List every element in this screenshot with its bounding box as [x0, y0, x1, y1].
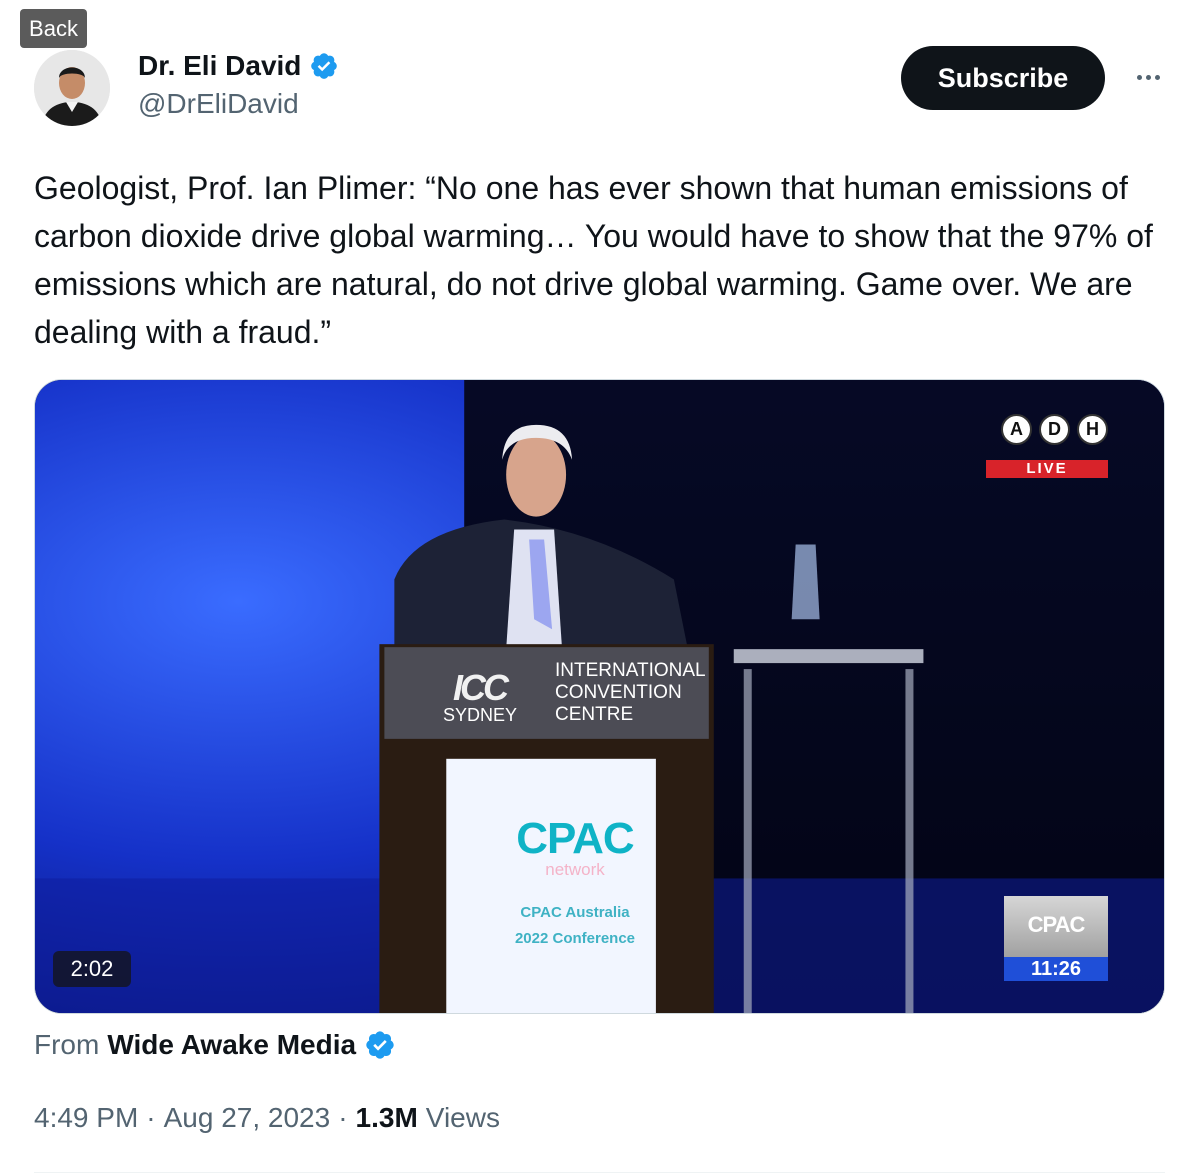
divider	[34, 1172, 1165, 1173]
meta-separator: ·	[146, 1102, 156, 1133]
channel-letter: D	[1039, 414, 1070, 445]
podium-cpac-subtitle: network	[545, 860, 605, 879]
views-count: 1.3M	[355, 1102, 418, 1133]
source-account-name[interactable]: Wide Awake Media	[107, 1029, 356, 1061]
venue-sign: ICC SYDNEY INTERNATIONAL CONVENTION CENT…	[443, 649, 706, 735]
broadcast-clock: 11:26	[1004, 957, 1108, 981]
broadcast-corner-logo: CPAC	[1004, 896, 1108, 960]
channel-letter: A	[1001, 414, 1032, 445]
video-attribution[interactable]: From Wide Awake Media	[34, 1027, 396, 1063]
podium-event-line-1: CPAC Australia	[520, 904, 630, 921]
channel-bug: A D H	[1001, 414, 1108, 445]
meta-separator: ·	[338, 1102, 348, 1133]
venue-line-1: INTERNATIONAL	[555, 660, 706, 681]
from-label: From	[34, 1029, 100, 1060]
author-display-name[interactable]: Dr. Eli David	[138, 50, 301, 82]
venue-line-2: CONVENTION	[555, 682, 682, 703]
podium-cpac-logo: CPAC	[516, 814, 634, 863]
author-avatar[interactable]	[34, 50, 110, 126]
tweet-metadata: 4:49 PM · Aug 27, 2023 · 1.3M Views	[34, 1102, 500, 1134]
subscribe-button[interactable]: Subscribe	[901, 46, 1105, 110]
video-player[interactable]: ICC SYDNEY INTERNATIONAL CONVENTION CENT…	[34, 379, 1165, 1014]
verified-badge-icon	[311, 53, 338, 79]
video-duration: 2:02	[53, 951, 131, 987]
venue-logo-mark: ICC	[453, 667, 509, 708]
avatar-portrait	[34, 50, 110, 126]
channel-letter: H	[1077, 414, 1108, 445]
views-label: Views	[425, 1102, 500, 1133]
podium-event-line-2: 2022 Conference	[514, 930, 636, 947]
author-handle[interactable]: @DrEliDavid	[138, 88, 299, 120]
verified-badge-icon	[366, 1031, 394, 1059]
live-badge: LIVE	[986, 460, 1108, 478]
more-options-icon[interactable]	[1128, 62, 1168, 92]
back-tooltip[interactable]: Back	[20, 9, 87, 48]
author-name-row[interactable]: Dr. Eli David	[138, 48, 339, 84]
venue-city: SYDNEY	[443, 705, 518, 725]
tweet-time[interactable]: 4:49 PM	[34, 1102, 138, 1134]
tweet-text: Geologist, Prof. Ian Plimer: “No one has…	[34, 170, 1153, 350]
venue-line-3: CENTRE	[555, 704, 634, 725]
tweet-date[interactable]: Aug 27, 2023	[164, 1102, 331, 1134]
